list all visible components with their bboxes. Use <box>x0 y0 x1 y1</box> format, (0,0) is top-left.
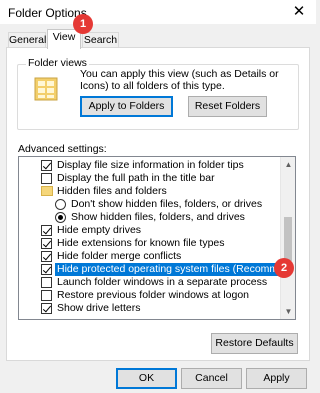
folder-icon <box>34 77 58 101</box>
tab-view[interactable]: View <box>47 29 81 49</box>
setting-label: Hide folder merge conflicts <box>57 250 182 262</box>
advanced-setting-row[interactable]: Display the full path in the title bar <box>19 172 281 185</box>
close-icon[interactable]: ✕ <box>286 1 312 23</box>
setting-checkbox[interactable] <box>41 173 52 184</box>
setting-label: Hide protected operating system files (R… <box>55 263 295 276</box>
advanced-setting-row[interactable]: Don't show hidden files, folders, or dri… <box>19 198 281 211</box>
setting-label: Launch folder windows in a separate proc… <box>57 276 268 288</box>
advanced-setting-row[interactable]: Display file size information in folder … <box>19 159 281 172</box>
advanced-setting-row[interactable]: Show drive letters <box>19 302 281 315</box>
advanced-setting-row[interactable]: Launch folder windows in a separate proc… <box>19 276 281 289</box>
folder-icon <box>41 186 53 196</box>
annotation-badge-2: 2 <box>274 258 294 278</box>
advanced-setting-row[interactable]: Hide protected operating system files (R… <box>19 263 295 276</box>
setting-label: Hidden files and folders <box>57 185 167 197</box>
setting-checkbox[interactable] <box>41 277 52 288</box>
apply-button[interactable]: Apply <box>246 368 307 389</box>
cancel-button[interactable]: Cancel <box>181 368 242 389</box>
advanced-setting-row[interactable]: Show hidden files, folders, and drives <box>19 211 281 224</box>
setting-label: Display the full path in the title bar <box>57 172 215 184</box>
ok-button[interactable]: OK <box>116 368 177 389</box>
title-bar: Folder Options ✕ <box>0 0 316 24</box>
restore-defaults-button[interactable]: Restore Defaults <box>211 333 298 354</box>
advanced-setting-row[interactable]: Hide extensions for known file types <box>19 237 281 250</box>
scrollbar-thumb[interactable] <box>284 217 292 261</box>
list-scrollbar[interactable]: ▲ ▼ <box>280 157 295 319</box>
advanced-settings-list[interactable]: Display file size information in folder … <box>18 156 296 320</box>
setting-checkbox[interactable] <box>41 264 52 275</box>
folder-views-description: You can apply this view (such as Details… <box>80 68 279 92</box>
setting-checkbox[interactable] <box>41 290 52 301</box>
setting-radio[interactable] <box>55 199 66 210</box>
reset-folders-button[interactable]: Reset Folders <box>188 96 267 117</box>
advanced-setting-row[interactable]: Restore previous folder windows at logon <box>19 289 281 302</box>
setting-label: Don't show hidden files, folders, or dri… <box>71 198 263 210</box>
annotation-badge-1: 1 <box>73 14 93 34</box>
advanced-setting-row[interactable]: Hide folder merge conflicts <box>19 250 281 263</box>
scroll-up-arrow-icon[interactable]: ▲ <box>281 157 295 172</box>
setting-label: Show drive letters <box>57 302 141 314</box>
apply-to-folders-button[interactable]: Apply to Folders <box>80 96 173 117</box>
setting-label: Hide extensions for known file types <box>57 237 225 249</box>
setting-checkbox[interactable] <box>41 238 52 249</box>
setting-label: Show hidden files, folders, and drives <box>71 211 245 223</box>
advanced-setting-row[interactable]: Hide empty drives <box>19 224 281 237</box>
advanced-settings-label: Advanced settings: <box>18 143 107 155</box>
setting-checkbox[interactable] <box>41 303 52 314</box>
setting-checkbox[interactable] <box>41 251 52 262</box>
setting-radio[interactable] <box>55 212 66 223</box>
setting-label: Hide empty drives <box>57 224 142 236</box>
setting-checkbox[interactable] <box>41 160 52 171</box>
setting-label: Display file size information in folder … <box>57 159 244 171</box>
advanced-setting-row[interactable]: Hidden files and folders <box>19 185 281 198</box>
setting-checkbox[interactable] <box>41 225 52 236</box>
setting-label: Restore previous folder windows at logon <box>57 289 250 301</box>
scroll-down-arrow-icon[interactable]: ▼ <box>281 304 295 319</box>
